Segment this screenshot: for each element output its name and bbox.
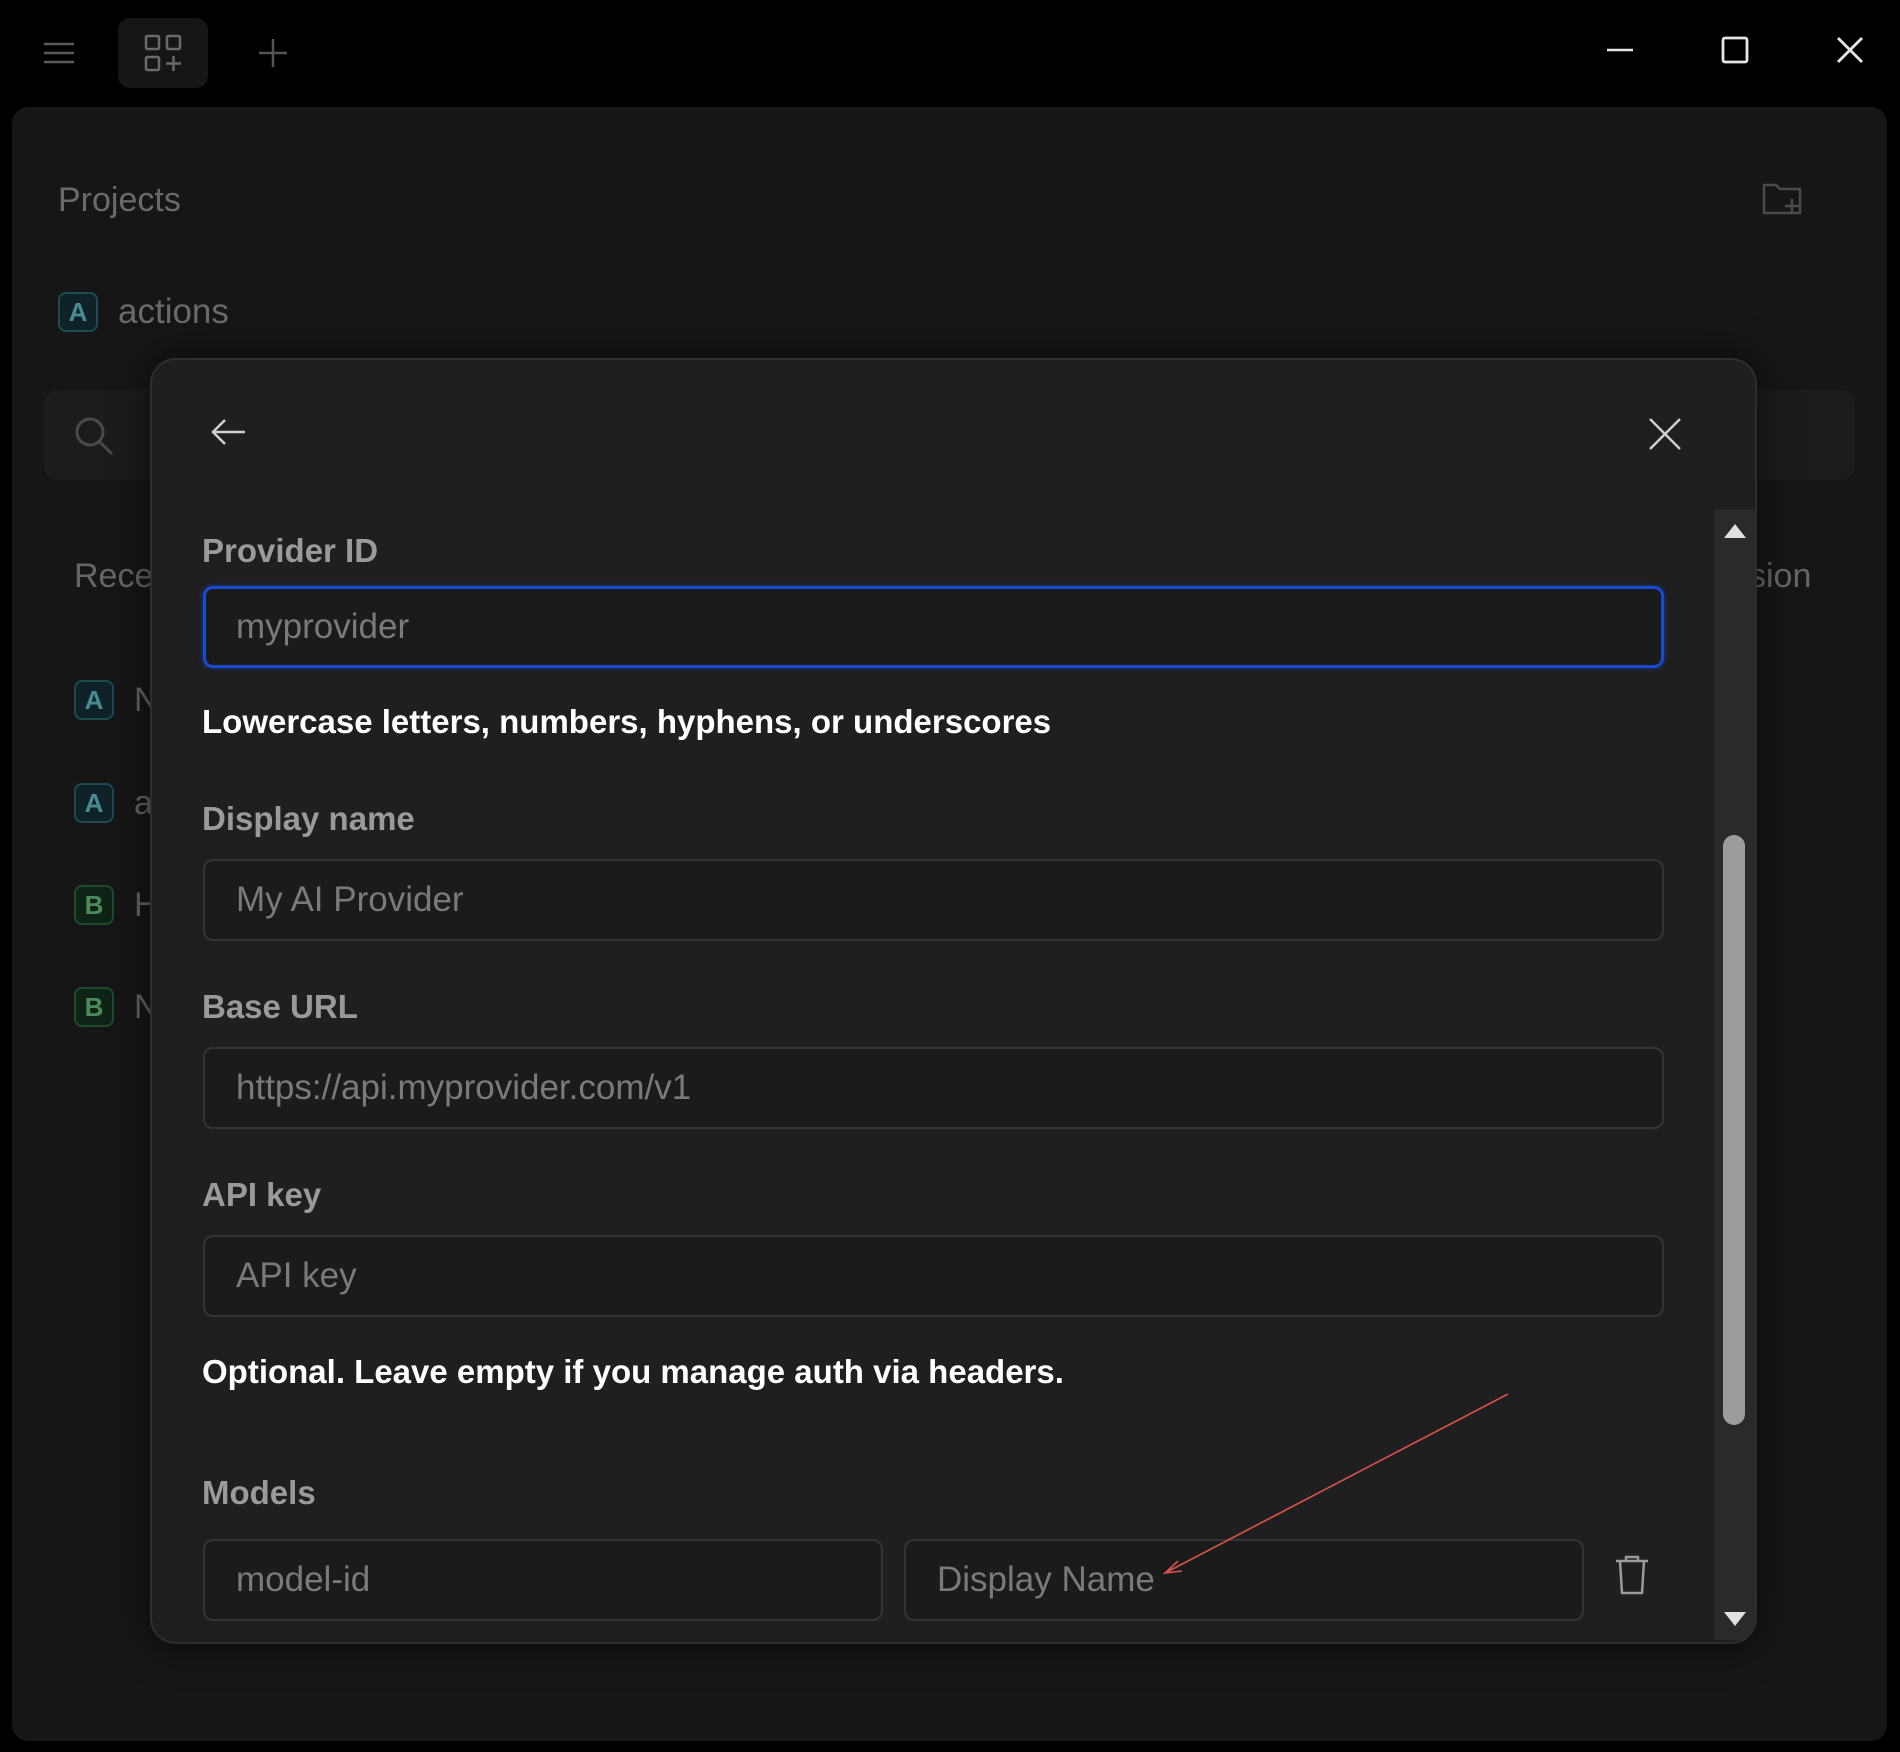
scroll-down-icon[interactable] <box>1715 1600 1755 1636</box>
search-icon <box>72 414 116 458</box>
scroll-thumb[interactable] <box>1723 835 1745 1425</box>
base-url-label: Base URL <box>202 988 358 1025</box>
display-name-input[interactable] <box>203 859 1664 941</box>
provider-id-label: Provider ID <box>202 532 379 569</box>
recent-item[interactable]: B H <box>74 885 159 925</box>
projects-title: Projects <box>58 181 181 219</box>
provider-id-hint: Lowercase letters, numbers, hyphens, or … <box>202 703 1052 740</box>
title-bar <box>0 0 1900 105</box>
model-display-name-input[interactable] <box>904 1539 1584 1621</box>
recent-badge: A <box>74 783 114 823</box>
display-name-label: Display name <box>202 800 415 837</box>
arrow-left-icon[interactable] <box>209 412 259 462</box>
recent-item[interactable]: B N <box>74 987 159 1027</box>
scrollbar[interactable] <box>1715 510 1755 1640</box>
annotation-arrow <box>1162 1393 1509 1575</box>
recent-label: Rece <box>74 557 154 595</box>
api-key-input[interactable] <box>203 1235 1664 1317</box>
api-key-label: API key <box>202 1176 322 1213</box>
hamburger-icon[interactable] <box>30 28 88 78</box>
api-key-hint: Optional. Leave empty if you manage auth… <box>202 1353 1064 1390</box>
minimize-icon[interactable] <box>1590 20 1650 80</box>
models-label: Models <box>202 1474 316 1511</box>
base-url-input[interactable] <box>203 1047 1664 1129</box>
provider-id-input[interactable] <box>203 586 1664 668</box>
scroll-up-icon[interactable] <box>1715 514 1755 550</box>
project-item[interactable]: A actions <box>58 292 229 332</box>
recent-badge: B <box>74 987 114 1027</box>
maximize-icon[interactable] <box>1705 20 1765 80</box>
custom-provider-dialog: Provider ID Lowercase letters, numbers, … <box>150 358 1757 1644</box>
project-name: actions <box>118 292 229 331</box>
trash-icon[interactable] <box>1612 1553 1662 1603</box>
grid-add-icon[interactable] <box>118 18 208 88</box>
recent-badge: B <box>74 885 114 925</box>
new-folder-icon[interactable] <box>1762 179 1812 229</box>
plus-icon[interactable] <box>245 28 301 78</box>
recent-item[interactable]: A a <box>74 783 153 823</box>
project-badge: A <box>58 292 98 332</box>
model-id-input[interactable] <box>203 1539 883 1621</box>
close-icon[interactable] <box>1820 20 1880 80</box>
recent-badge: A <box>74 680 114 720</box>
recent-item[interactable]: A N <box>74 680 159 720</box>
close-icon[interactable] <box>1647 416 1695 464</box>
